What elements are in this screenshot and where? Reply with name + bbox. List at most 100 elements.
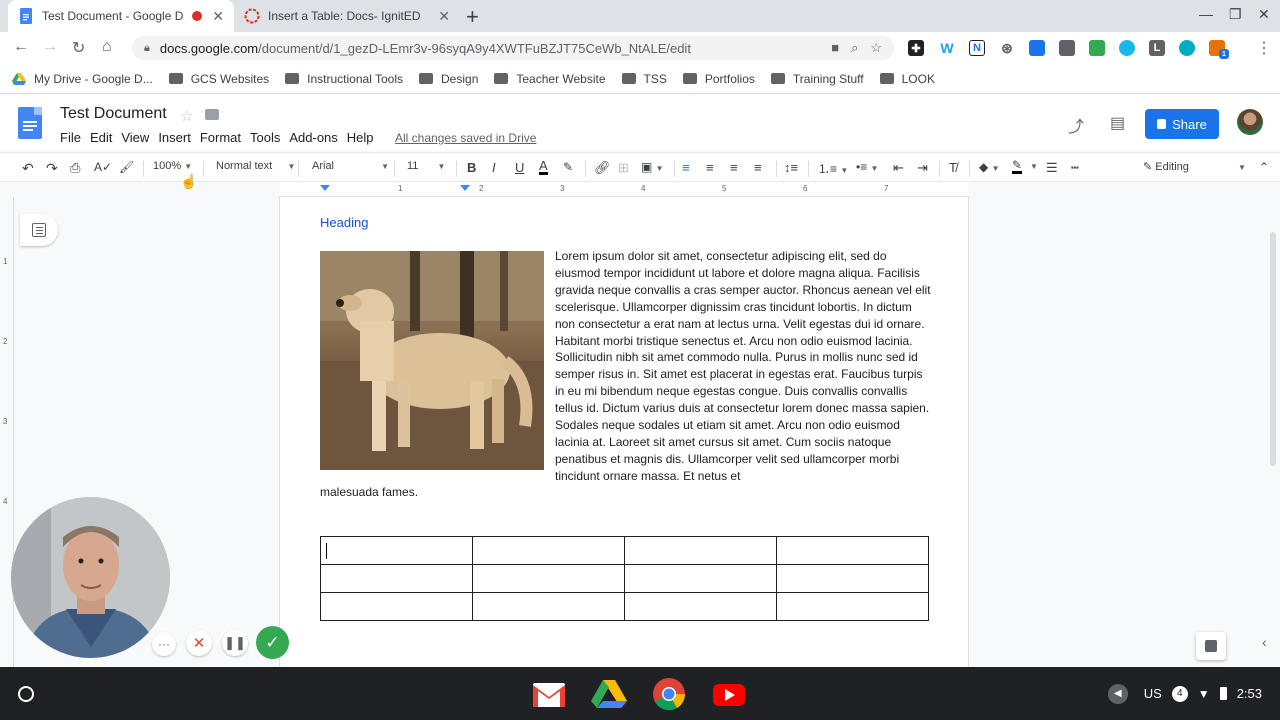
address-bar[interactable]: 🔒︎ docs.google.com /document/d/1_gezD-LE… — [132, 36, 894, 60]
zoom-icon[interactable]: ⌕ — [851, 40, 858, 56]
close-tab-icon[interactable]: ✕ — [438, 8, 450, 25]
bookmark-tss[interactable]: TSS — [621, 72, 667, 86]
menu-view[interactable]: View — [121, 130, 149, 145]
zoom-select[interactable]: 100% ▼ — [153, 160, 192, 172]
bulleted-list-icon[interactable]: •≡ ▼ — [856, 160, 878, 174]
home-icon[interactable]: ⌂ — [102, 38, 112, 56]
bookmark-design[interactable]: Design — [419, 72, 478, 86]
border-width-icon[interactable]: ☰ — [1046, 160, 1058, 176]
table-cell[interactable] — [776, 564, 929, 593]
document-table[interactable] — [320, 536, 929, 621]
webcam-preview[interactable] — [11, 497, 170, 658]
paint-format-icon[interactable]: 🖌︎ — [119, 160, 134, 174]
extension-circle-icon[interactable]: ⊛ — [999, 40, 1015, 56]
extension-screencast-icon[interactable] — [1029, 40, 1045, 56]
align-left-icon[interactable]: ≡ — [682, 160, 690, 175]
bookmark-gcs-websites[interactable]: GCS Websites — [168, 72, 269, 86]
bookmark-portfolios[interactable]: Portfolios — [682, 72, 755, 86]
minimize-window-icon[interactable]: — — [1199, 6, 1213, 22]
input-method[interactable]: US — [1144, 686, 1162, 701]
clear-formatting-icon[interactable]: T̸ — [949, 160, 957, 175]
body-paragraph[interactable]: Lorem ipsum dolor sit amet, consectetur … — [555, 248, 933, 485]
collapse-menus-icon[interactable]: ⌃ — [1259, 160, 1269, 174]
tab-insert-table[interactable]: Insert a Table: Docs- IgnitED ✕ — [234, 0, 460, 32]
border-color-icon[interactable]: ✎ — [1012, 159, 1023, 174]
new-tab-icon[interactable]: + — [466, 4, 479, 30]
restore-window-icon[interactable]: ❐ — [1229, 6, 1242, 23]
recorder-pause-button[interactable]: ❚❚ — [222, 630, 248, 656]
mute-icon[interactable]: ◀ — [1107, 683, 1128, 704]
activity-trend-icon[interactable]: ⤴ — [1068, 113, 1084, 137]
recorder-more-button[interactable]: ··· — [152, 632, 176, 656]
horizontal-ruler[interactable]: 1 2 3 4 5 6 7 — [280, 183, 968, 197]
right-indent-marker[interactable] — [460, 185, 470, 191]
share-button[interactable]: Share — [1145, 109, 1219, 139]
camera-icon[interactable]: ■ — [831, 40, 839, 56]
forward-icon[interactable]: → — [42, 38, 58, 56]
increase-indent-icon[interactable]: ⇥ — [917, 160, 928, 176]
extension-l-icon[interactable]: L — [1149, 40, 1165, 56]
underline-button[interactable]: U — [515, 160, 524, 175]
cell-fill-icon[interactable]: ◆ ▼ — [979, 160, 999, 174]
bookmark-star-icon[interactable]: ☆ — [870, 40, 882, 56]
bookmark-training-stuff[interactable]: Training Stuff — [770, 72, 864, 86]
style-select[interactable]: Normal text ▼ — [216, 160, 295, 172]
bookmark-look[interactable]: LOOK — [879, 72, 935, 86]
table-cell[interactable] — [776, 536, 929, 565]
align-justify-icon[interactable]: ≡ — [754, 160, 762, 175]
back-icon[interactable]: ← — [13, 38, 29, 56]
menu-file[interactable]: File — [60, 130, 81, 145]
avatar[interactable] — [1237, 109, 1263, 135]
border-dash-icon[interactable]: ┅ — [1071, 160, 1079, 176]
table-cell[interactable] — [320, 564, 473, 593]
google-drive-icon[interactable] — [591, 677, 627, 711]
link-icon[interactable]: 🔗︎ — [594, 160, 611, 176]
table-cell[interactable] — [472, 592, 625, 621]
launcher-icon[interactable] — [18, 686, 34, 702]
bold-button[interactable]: B — [467, 160, 476, 175]
extension-bookmark-icon[interactable]: ✚ — [908, 40, 924, 56]
recorder-cancel-button[interactable]: ✕ — [186, 630, 212, 656]
extension-blue-leaf-icon[interactable] — [1119, 40, 1135, 56]
comments-icon[interactable]: ▤ — [1110, 113, 1125, 133]
line-spacing-icon[interactable]: ↕≡ — [784, 160, 798, 175]
table-cell[interactable] — [472, 536, 625, 565]
reload-icon[interactable]: ↻ — [72, 38, 85, 58]
print-icon[interactable]: ⎙ — [70, 160, 80, 176]
align-center-icon[interactable]: ≡ — [706, 160, 714, 175]
border-color-caret-icon[interactable]: ▼ — [1030, 162, 1038, 171]
recorder-finish-button[interactable]: ✓ — [256, 626, 289, 659]
side-panel-toggle-icon[interactable]: ‹ — [1262, 634, 1267, 650]
close-window-icon[interactable]: ✕ — [1258, 6, 1270, 23]
redo-icon[interactable]: ↷ — [46, 160, 58, 177]
gmail-icon[interactable] — [531, 677, 567, 711]
font-size-select[interactable]: 11 ▼ — [407, 160, 445, 172]
menu-tools[interactable]: Tools — [250, 130, 280, 145]
bookmark-teacher-website[interactable]: Teacher Website — [494, 72, 606, 86]
golden-retriever-image[interactable] — [320, 251, 544, 470]
comment-add-icon[interactable]: ⊞ — [618, 160, 629, 176]
table-cell[interactable] — [472, 564, 625, 593]
tab-test-document[interactable]: Test Document - Google Doc ✕ — [8, 0, 234, 32]
numbered-list-icon[interactable]: ⒈≡ ▼ — [818, 160, 848, 177]
menu-insert[interactable]: Insert — [158, 130, 191, 145]
chrome-menu-icon[interactable]: ⋮ — [1256, 38, 1272, 58]
docs-home-icon[interactable] — [18, 107, 42, 139]
scrollbar[interactable] — [1270, 232, 1276, 466]
menu-help[interactable]: Help — [347, 130, 374, 145]
youtube-icon[interactable] — [711, 677, 747, 711]
notification-badge[interactable]: 4 — [1171, 685, 1188, 702]
move-folder-icon[interactable] — [205, 109, 219, 120]
bookmark-instructional-tools[interactable]: Instructional Tools — [285, 72, 403, 86]
undo-icon[interactable]: ↶ — [22, 160, 34, 177]
editing-mode-select[interactable]: ✎ Editing ▼ — [1143, 160, 1246, 173]
table-cell[interactable] — [624, 564, 777, 593]
status-area[interactable]: ◀ US 4 ▼ 2:53 — [1107, 667, 1280, 720]
extension-w-icon[interactable]: W — [939, 40, 955, 56]
document-heading[interactable]: Heading — [320, 215, 368, 230]
left-indent-marker[interactable] — [320, 185, 330, 191]
menu-add-ons[interactable]: Add-ons — [289, 130, 337, 145]
table-cell[interactable] — [320, 536, 473, 565]
menu-edit[interactable]: Edit — [90, 130, 112, 145]
table-cell[interactable] — [776, 592, 929, 621]
